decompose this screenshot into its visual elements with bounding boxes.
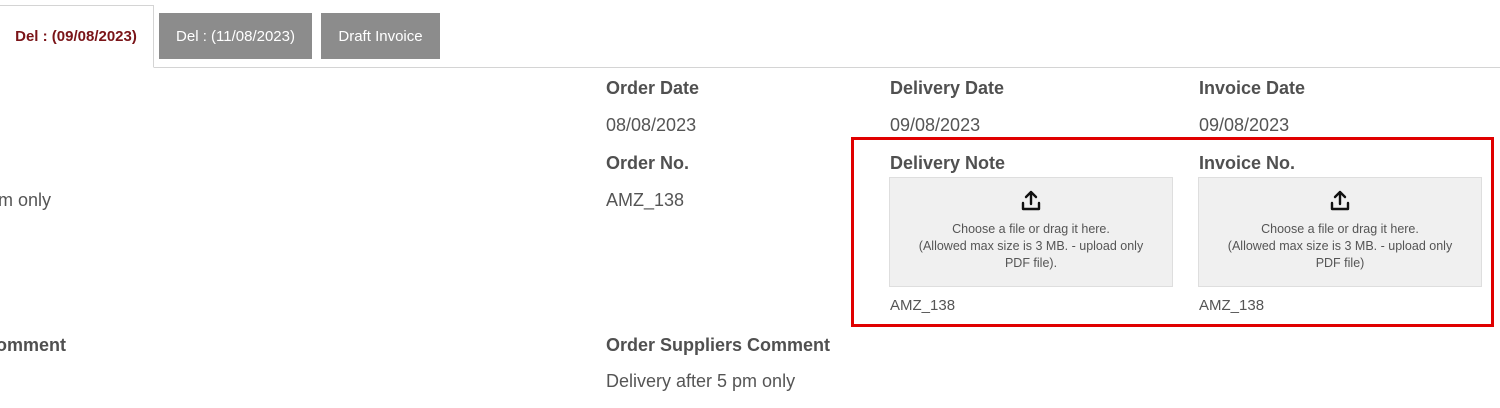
upload-instruction: Choose a file or drag it here. [1261, 222, 1419, 236]
delivery-note-upload-dropzone[interactable]: Choose a file or drag it here. (Allowed … [889, 177, 1173, 287]
tab-label: Del : (09/08/2023) [15, 28, 137, 45]
upload-icon [1330, 190, 1350, 211]
tab-label: Del : (11/08/2023) [176, 27, 295, 45]
order-date-value: 08/08/2023 [606, 115, 697, 135]
delivery-note-label: Delivery Note [890, 153, 1006, 173]
delivery-date-label: Delivery Date [890, 78, 1005, 98]
order-date-label: Order Date [606, 78, 700, 98]
invoice-no-label: Invoice No. [1199, 153, 1296, 173]
invoice-date-label: Invoice Date [1199, 78, 1306, 98]
tab-label: Draft Invoice [338, 27, 423, 45]
left-comment-label: omment [0, 335, 67, 355]
tab-del-11-08-2023[interactable]: Del : (11/08/2023) [159, 13, 312, 59]
upload-icon [1021, 190, 1041, 211]
left-field-value: m only [0, 190, 52, 210]
upload-instruction: Choose a file or drag it here. [952, 222, 1110, 236]
order-no-value: AMZ_138 [606, 190, 685, 210]
upload-constraints: (Allowed max size is 3 MB. - upload only… [1227, 239, 1453, 270]
order-no-label: Order No. [606, 153, 690, 173]
suppliers-comment-label: Order Suppliers Comment [606, 335, 831, 355]
upload-constraints: (Allowed max size is 3 MB. - upload only… [918, 239, 1144, 270]
invoice-upload-dropzone[interactable]: Choose a file or drag it here. (Allowed … [1198, 177, 1482, 287]
tab-draft-invoice[interactable]: Draft Invoice [321, 13, 440, 59]
suppliers-comment-value: Delivery after 5 pm only [606, 371, 796, 391]
delivery-date-value: 09/08/2023 [890, 115, 981, 135]
tab-del-09-08-2023[interactable]: Del : (09/08/2023) [0, 5, 154, 68]
tab-bar: Del : (09/08/2023) Del : (11/08/2023) Dr… [0, 0, 1500, 68]
invoice-date-value: 09/08/2023 [1199, 115, 1290, 135]
invoice-file-name: AMZ_138 [1199, 297, 1265, 314]
tab-divider [153, 67, 1500, 68]
delivery-note-file-name: AMZ_138 [890, 297, 956, 314]
